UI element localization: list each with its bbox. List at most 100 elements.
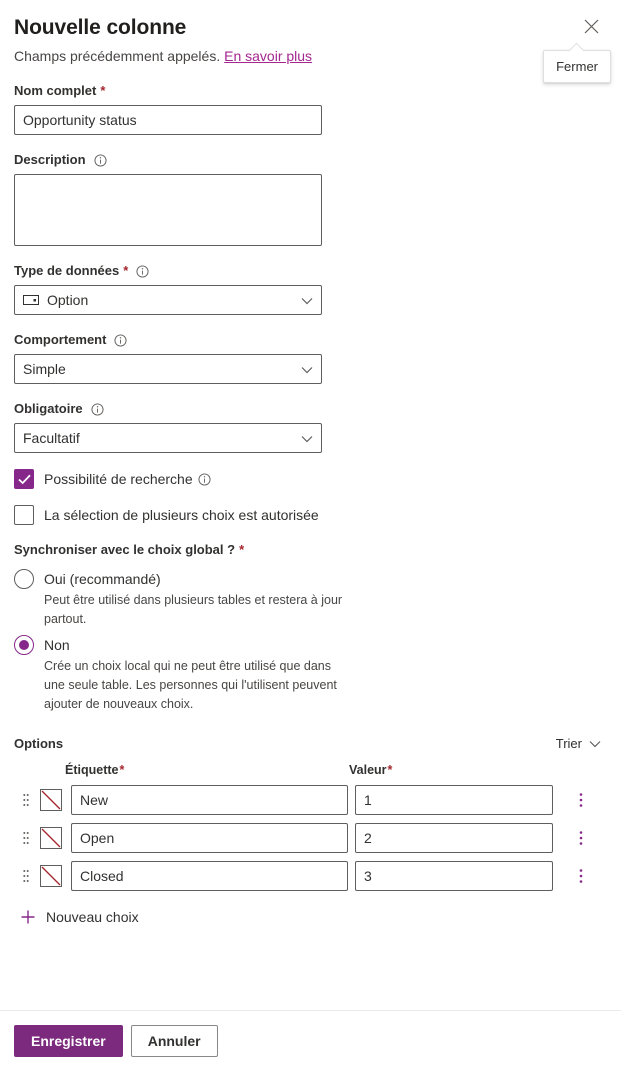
column-header-value: Valeur* (349, 763, 547, 777)
panel-subtitle: Champs précédemment appelés. En savoir p… (14, 46, 601, 66)
column-header-label: Étiquette* (65, 763, 349, 777)
panel-footer: Enregistrer Annuler (0, 1010, 621, 1071)
display-name-value: Opportunity status (23, 112, 137, 128)
chevron-down-icon (589, 740, 601, 748)
required-asterisk: * (387, 763, 393, 777)
more-options-icon[interactable] (569, 830, 593, 846)
close-tooltip-label: Fermer (556, 59, 598, 74)
sync-global-radio-group: Oui (recommandé) Peut être utilisé dans … (14, 569, 607, 714)
option-label-input[interactable]: Open (71, 823, 348, 853)
required-asterisk: * (239, 542, 245, 557)
info-icon[interactable] (114, 333, 127, 347)
color-swatch-no-color-icon[interactable] (40, 865, 62, 887)
new-column-panel: Nouvelle colonne Champs précédemment app… (0, 0, 621, 1071)
chevron-down-icon (301, 292, 313, 308)
required-dropdown[interactable]: Facultatif (14, 423, 322, 453)
display-name-input[interactable]: Opportunity status (14, 105, 322, 135)
option-value-value: 3 (364, 868, 372, 884)
option-label-input[interactable]: Closed (71, 861, 348, 891)
color-swatch-no-color-icon[interactable] (40, 827, 62, 849)
panel-header: Nouvelle colonne Champs précédemment app… (0, 0, 621, 83)
column-header-label-text: Étiquette (65, 763, 119, 777)
field-sync-global: Synchroniser avec le choix global ? * Ou… (14, 541, 607, 714)
more-options-icon[interactable] (569, 868, 593, 884)
options-section-header: Options Trier (14, 736, 607, 751)
color-swatch-no-color-icon[interactable] (40, 789, 62, 811)
radio-option-yes-description: Peut être utilisé dans plusieurs tables … (44, 593, 343, 626)
info-icon[interactable] (136, 264, 149, 278)
radio-option-no-label: Non (44, 637, 70, 653)
field-data-type: Type de données * Option (14, 262, 607, 315)
option-value-input[interactable]: 3 (355, 861, 553, 891)
required-asterisk: * (123, 263, 129, 278)
required-asterisk: * (100, 83, 106, 98)
subtitle-text: Champs précédemment appelés. (14, 48, 221, 64)
options-title: Options (14, 736, 64, 751)
table-row: Open 2 (14, 823, 607, 853)
checkbox-box (14, 469, 34, 489)
required-label: Obligatoire (14, 400, 607, 418)
radio-option-yes-label: Oui (recommandé) (44, 571, 161, 587)
close-icon (584, 19, 599, 34)
chevron-down-icon (301, 361, 313, 377)
radio-circle (14, 569, 34, 589)
option-value-input[interactable]: 1 (355, 785, 553, 815)
behavior-value: Simple (23, 361, 66, 377)
required-label-text: Obligatoire (14, 401, 83, 416)
field-display-name: Nom complet * Opportunity status (14, 82, 607, 135)
info-icon[interactable] (198, 472, 211, 486)
checkbox-multiselect-label: La sélection de plusieurs choix est auto… (44, 507, 319, 523)
checkbox-label-text: Possibilité de recherche (44, 471, 193, 487)
new-choice-button[interactable]: Nouveau choix (20, 909, 607, 925)
radio-option-no[interactable]: Non (14, 635, 607, 655)
checkbox-multiselect[interactable]: La sélection de plusieurs choix est auto… (14, 505, 607, 525)
description-label: Description (14, 151, 607, 169)
behavior-label: Comportement (14, 331, 607, 349)
data-type-dropdown[interactable]: Option (14, 285, 322, 315)
radio-dot (19, 640, 29, 650)
sort-button-label: Trier (555, 736, 582, 751)
save-button[interactable]: Enregistrer (14, 1025, 123, 1057)
description-input[interactable] (14, 174, 322, 246)
option-value-input[interactable]: 2 (355, 823, 553, 853)
radio-option-no-description: Crée un choix local qui ne peut être uti… (44, 659, 337, 711)
drag-handle-icon[interactable] (18, 793, 34, 807)
description-label-text: Description (14, 152, 86, 167)
option-value-value: 1 (364, 792, 372, 808)
option-label-input[interactable]: New (71, 785, 348, 815)
table-row: Closed 3 (14, 861, 607, 891)
options-column-headers: Étiquette* Valeur* (14, 763, 607, 777)
cancel-button[interactable]: Annuler (130, 1025, 218, 1057)
behavior-dropdown[interactable]: Simple (14, 354, 322, 384)
checkbox-searchable[interactable]: Possibilité de recherche (14, 469, 607, 489)
learn-more-link[interactable]: En savoir plus (224, 48, 312, 64)
close-tooltip: Fermer (543, 42, 611, 83)
field-required: Obligatoire Facultatif (14, 400, 607, 453)
required-asterisk: * (119, 763, 125, 777)
info-icon[interactable] (91, 402, 104, 416)
data-type-value: Option (47, 292, 89, 308)
display-name-label: Nom complet * (14, 82, 607, 100)
field-description: Description (14, 151, 607, 246)
checkbox-searchable-label: Possibilité de recherche (44, 471, 211, 487)
option-label-value: Open (80, 830, 115, 846)
option-label-value: Closed (80, 868, 124, 884)
drag-handle-icon[interactable] (18, 869, 34, 883)
sync-global-label-text: Synchroniser avec le choix global ? (14, 542, 236, 557)
chevron-down-icon (301, 430, 313, 446)
close-button[interactable] (575, 10, 607, 42)
behavior-label-text: Comportement (14, 332, 107, 347)
sort-button[interactable]: Trier (556, 736, 601, 751)
field-behavior: Comportement Simple (14, 331, 607, 384)
data-type-label-text: Type de données (14, 263, 120, 278)
more-options-icon[interactable] (569, 792, 593, 808)
table-row: New 1 (14, 785, 607, 815)
info-icon[interactable] (93, 153, 107, 167)
radio-option-yes[interactable]: Oui (recommandé) (14, 569, 607, 589)
radio-circle-selected (14, 635, 34, 655)
plus-icon (20, 909, 36, 925)
column-form: Nom complet * Opportunity status Descrip… (0, 82, 621, 925)
drag-handle-icon[interactable] (18, 831, 34, 845)
display-name-label-text: Nom complet (14, 83, 97, 98)
option-value-value: 2 (364, 830, 372, 846)
